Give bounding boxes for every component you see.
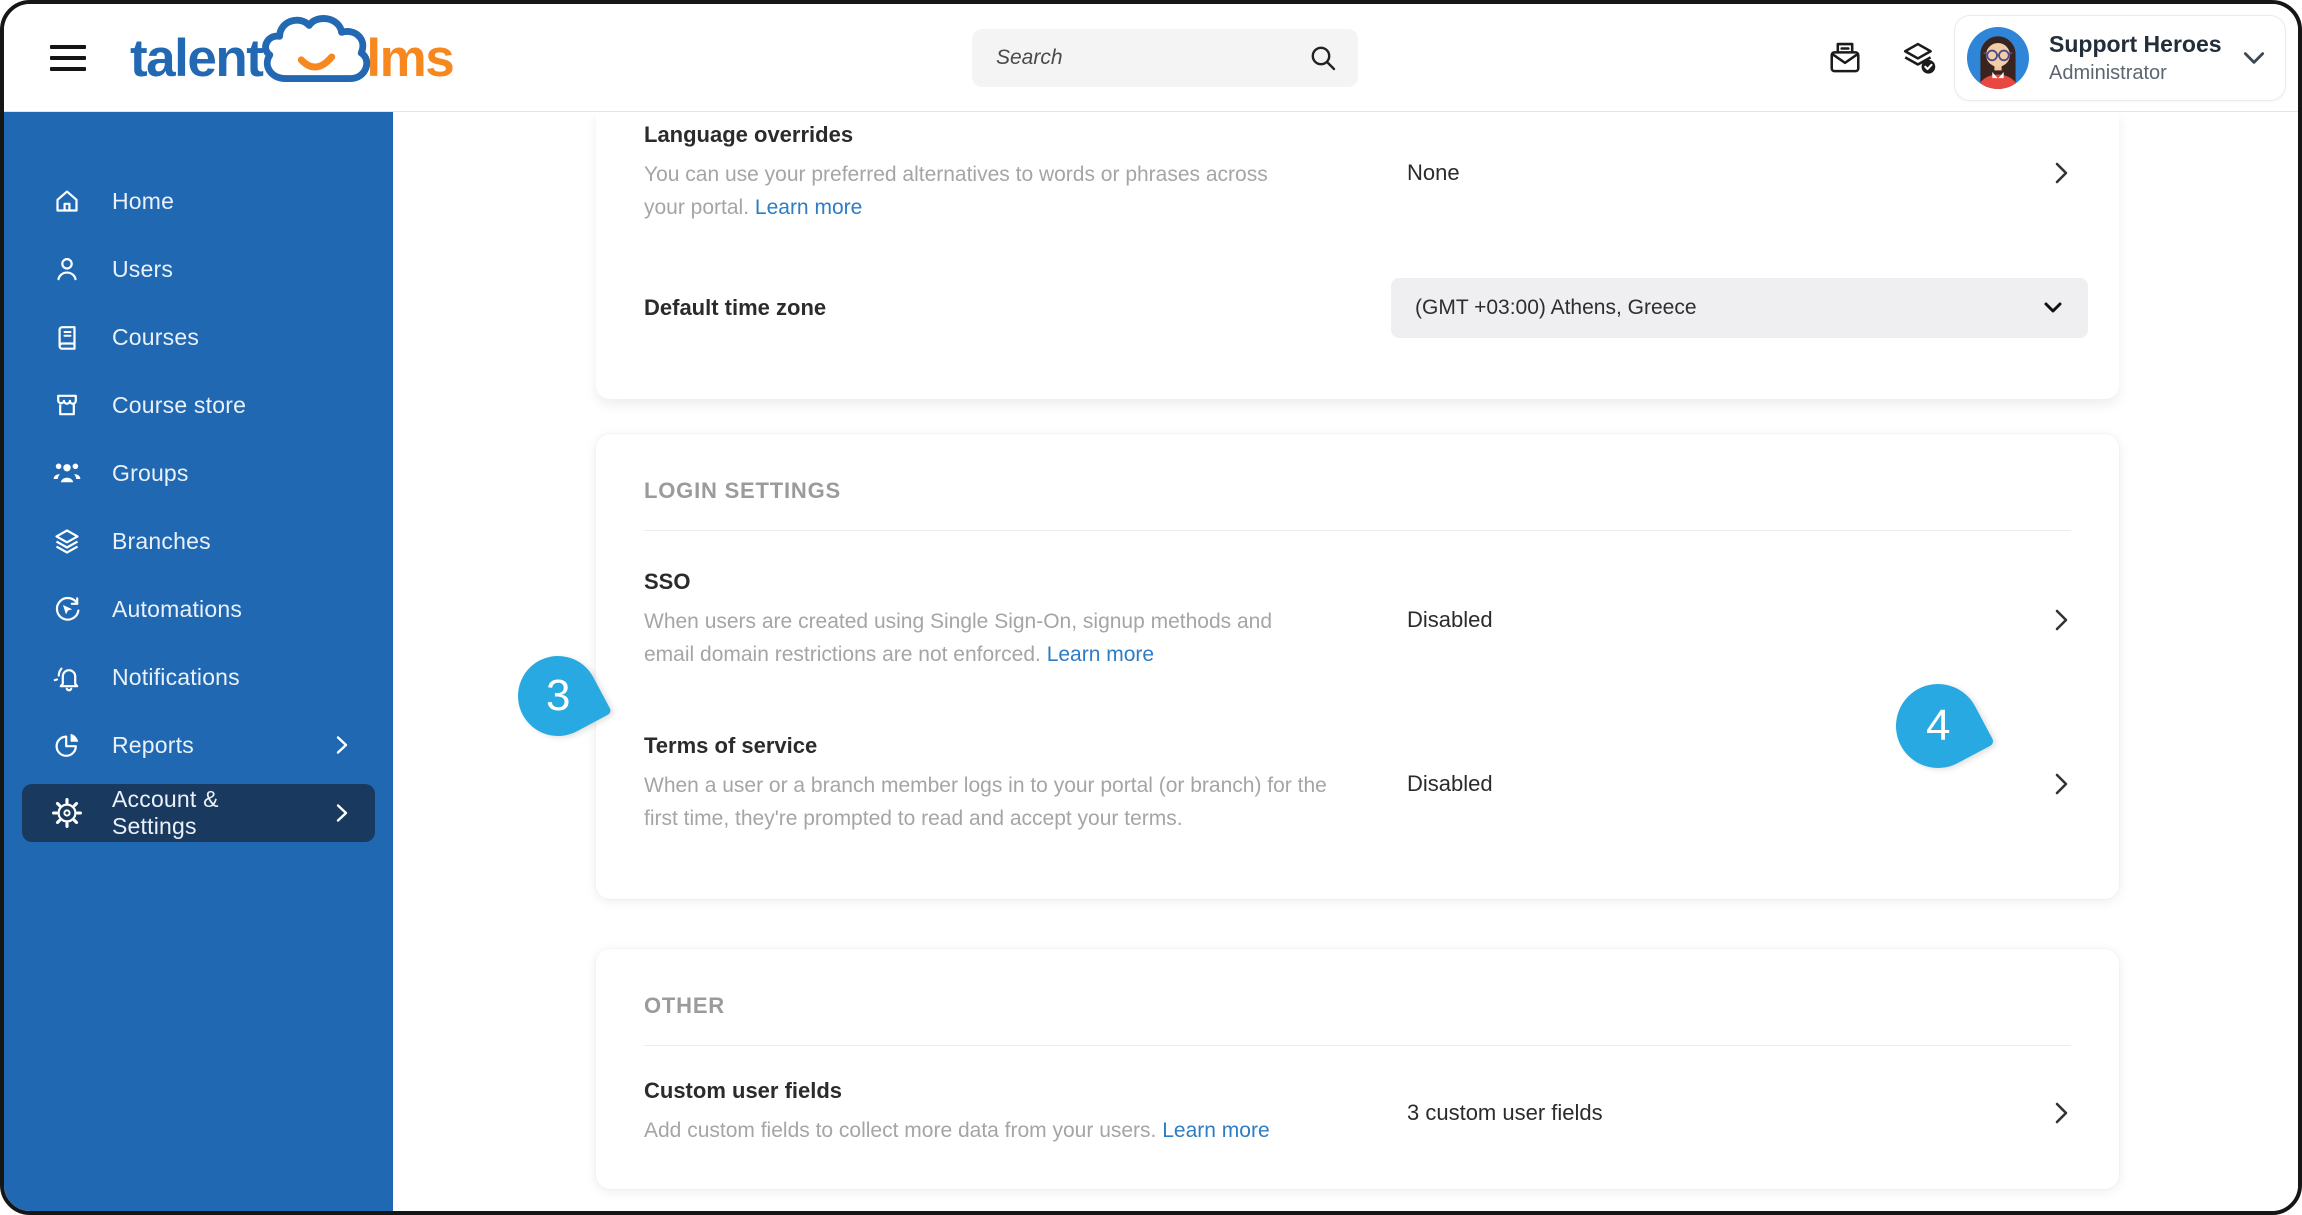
pie-chart-icon bbox=[55, 733, 79, 757]
sidebar-item-course-store[interactable]: Course store bbox=[22, 376, 375, 434]
description-text: You can use your preferred alternatives … bbox=[644, 163, 1268, 219]
setting-row-custom-user-fields[interactable]: Custom user fields Add custom fields to … bbox=[596, 1078, 2119, 1147]
chevron-down-icon bbox=[2044, 302, 2062, 313]
sidebar-item-branches[interactable]: Branches bbox=[22, 512, 375, 570]
sidebar-nav: Home Users Courses Course store Groups B… bbox=[4, 112, 393, 1211]
setting-title: Language overrides bbox=[644, 122, 854, 147]
user-menu[interactable]: Support Heroes Administrator bbox=[1954, 15, 2286, 101]
setting-value: 3 custom user fields bbox=[1407, 1099, 1603, 1125]
automation-icon bbox=[55, 596, 80, 621]
row-info: Language overrides You can use your pref… bbox=[644, 122, 1407, 224]
setting-description: You can use your preferred alternatives … bbox=[644, 158, 1304, 224]
setting-description: Add custom fields to collect more data f… bbox=[644, 1114, 1407, 1147]
user-role: Administrator bbox=[2049, 61, 2167, 84]
setting-title: Custom user fields bbox=[644, 1078, 843, 1103]
chevron-right-icon[interactable] bbox=[2051, 607, 2071, 633]
logo-text-talent: talent bbox=[130, 28, 264, 88]
chevron-right-icon[interactable] bbox=[2051, 771, 2071, 797]
setting-row-sso[interactable]: SSO When users are created using Single … bbox=[596, 569, 2119, 671]
user-meta: Support Heroes Administrator bbox=[2049, 30, 2241, 86]
sidebar-item-automations[interactable]: Automations bbox=[22, 580, 375, 638]
top-header: talent lms Search Support Heroes Adminis… bbox=[4, 4, 2298, 112]
gear-icon bbox=[52, 798, 82, 828]
description-text: When a user or a branch member logs in t… bbox=[644, 774, 1327, 830]
learn-more-link[interactable]: Learn more bbox=[1162, 1119, 1269, 1142]
setting-title: Terms of service bbox=[644, 733, 818, 758]
other-settings-card: OTHER Custom user fields Add custom fiel… bbox=[596, 949, 2119, 1189]
search-icon[interactable] bbox=[1308, 43, 1338, 73]
avatar bbox=[1967, 27, 2029, 89]
sidebar-item-home[interactable]: Home bbox=[22, 172, 375, 230]
menu-toggle-button[interactable] bbox=[50, 41, 86, 75]
logo-text-lms: lms bbox=[366, 28, 454, 88]
sidebar-item-notifications[interactable]: Notifications bbox=[22, 648, 375, 706]
sidebar-item-label: Course store bbox=[112, 391, 247, 418]
user-icon bbox=[57, 258, 77, 281]
chevron-right-icon[interactable] bbox=[2051, 160, 2071, 186]
chevron-right-icon bbox=[336, 804, 348, 822]
divider bbox=[644, 1045, 2071, 1046]
sidebar-item-reports[interactable]: Reports bbox=[22, 716, 375, 774]
sidebar-item-account-settings[interactable]: Account & Settings bbox=[22, 784, 375, 842]
callout-number: 4 bbox=[1925, 701, 1951, 751]
row-info: Default time zone bbox=[644, 295, 1407, 321]
learn-more-link[interactable]: Learn more bbox=[1047, 643, 1154, 666]
divider bbox=[644, 530, 2071, 531]
bell-icon bbox=[53, 667, 79, 692]
sidebar-item-label: Groups bbox=[112, 459, 189, 486]
groups-icon bbox=[53, 463, 81, 483]
sidebar-item-users[interactable]: Users bbox=[22, 240, 375, 298]
setting-description: When a user or a branch member logs in t… bbox=[644, 769, 1359, 835]
description-text: When users are created using Single Sign… bbox=[644, 610, 1273, 666]
chevron-right-icon bbox=[336, 736, 348, 754]
sidebar-item-label: Account & Settings bbox=[112, 786, 219, 839]
sidebar-item-label: Home bbox=[112, 187, 175, 214]
search-bar[interactable] bbox=[972, 29, 1358, 87]
time-zone-select[interactable]: (GMT +03:00) Athens, Greece bbox=[1391, 278, 2088, 338]
row-info: Terms of service When a user or a branch… bbox=[644, 733, 1407, 835]
sidebar-item-label: Reports bbox=[112, 731, 194, 758]
sidebar-item-courses[interactable]: Courses bbox=[22, 308, 375, 366]
messages-icon[interactable] bbox=[1824, 38, 1866, 80]
store-icon bbox=[57, 394, 77, 416]
setting-row-language-overrides[interactable]: Language overrides You can use your pref… bbox=[596, 112, 2119, 224]
talentlms-logo[interactable]: talent lms bbox=[130, 4, 455, 112]
course-stack-icon[interactable] bbox=[1898, 38, 1940, 80]
section-title: OTHER bbox=[644, 993, 725, 1018]
chevron-right-icon[interactable] bbox=[2051, 1100, 2071, 1126]
section-title: LOGIN SETTINGS bbox=[644, 478, 841, 503]
setting-title: Default time zone bbox=[644, 295, 827, 320]
setting-description: When users are created using Single Sign… bbox=[644, 605, 1309, 671]
sidebar-item-label: Notifications bbox=[112, 663, 240, 690]
setting-value: Disabled bbox=[1407, 607, 1493, 632]
setting-value: None bbox=[1407, 160, 1460, 185]
description-text: Add custom fields to collect more data f… bbox=[644, 1119, 1157, 1142]
home-icon bbox=[56, 190, 78, 212]
row-info: SSO When users are created using Single … bbox=[644, 569, 1407, 671]
layers-icon bbox=[55, 529, 79, 554]
learn-more-link[interactable]: Learn more bbox=[755, 196, 862, 219]
sidebar-item-label: Courses bbox=[112, 323, 200, 350]
time-zone-value: (GMT +03:00) Athens, Greece bbox=[1415, 296, 1697, 319]
general-settings-card: Language overrides You can use your pref… bbox=[596, 112, 2119, 399]
settings-content: Language overrides You can use your pref… bbox=[393, 112, 2298, 1211]
setting-value: Disabled bbox=[1407, 771, 1493, 796]
sidebar-item-label: Branches bbox=[112, 527, 211, 554]
sidebar-item-label: Users bbox=[112, 255, 174, 282]
setting-row-default-time-zone: Default time zone (GMT +03:00) Athens, G… bbox=[596, 278, 2119, 338]
setting-row-terms-of-service[interactable]: Terms of service When a user or a branch… bbox=[596, 733, 2119, 835]
sidebar-item-label: Automations bbox=[112, 595, 243, 622]
chevron-down-icon[interactable] bbox=[2241, 45, 2267, 71]
login-settings-card: LOGIN SETTINGS SSO When users are create… bbox=[596, 434, 2119, 899]
sidebar-item-groups[interactable]: Groups bbox=[22, 444, 375, 502]
user-name: Support Heroes bbox=[2049, 31, 2222, 58]
search-input[interactable] bbox=[996, 46, 1308, 70]
cloud-smile-icon bbox=[262, 15, 371, 82]
row-info: Custom user fields Add custom fields to … bbox=[644, 1078, 1407, 1147]
callout-number: 3 bbox=[545, 671, 571, 721]
setting-title: SSO bbox=[644, 569, 691, 594]
app-window: talent lms Search Support Heroes Adminis… bbox=[0, 0, 2302, 1215]
book-icon bbox=[58, 326, 76, 350]
